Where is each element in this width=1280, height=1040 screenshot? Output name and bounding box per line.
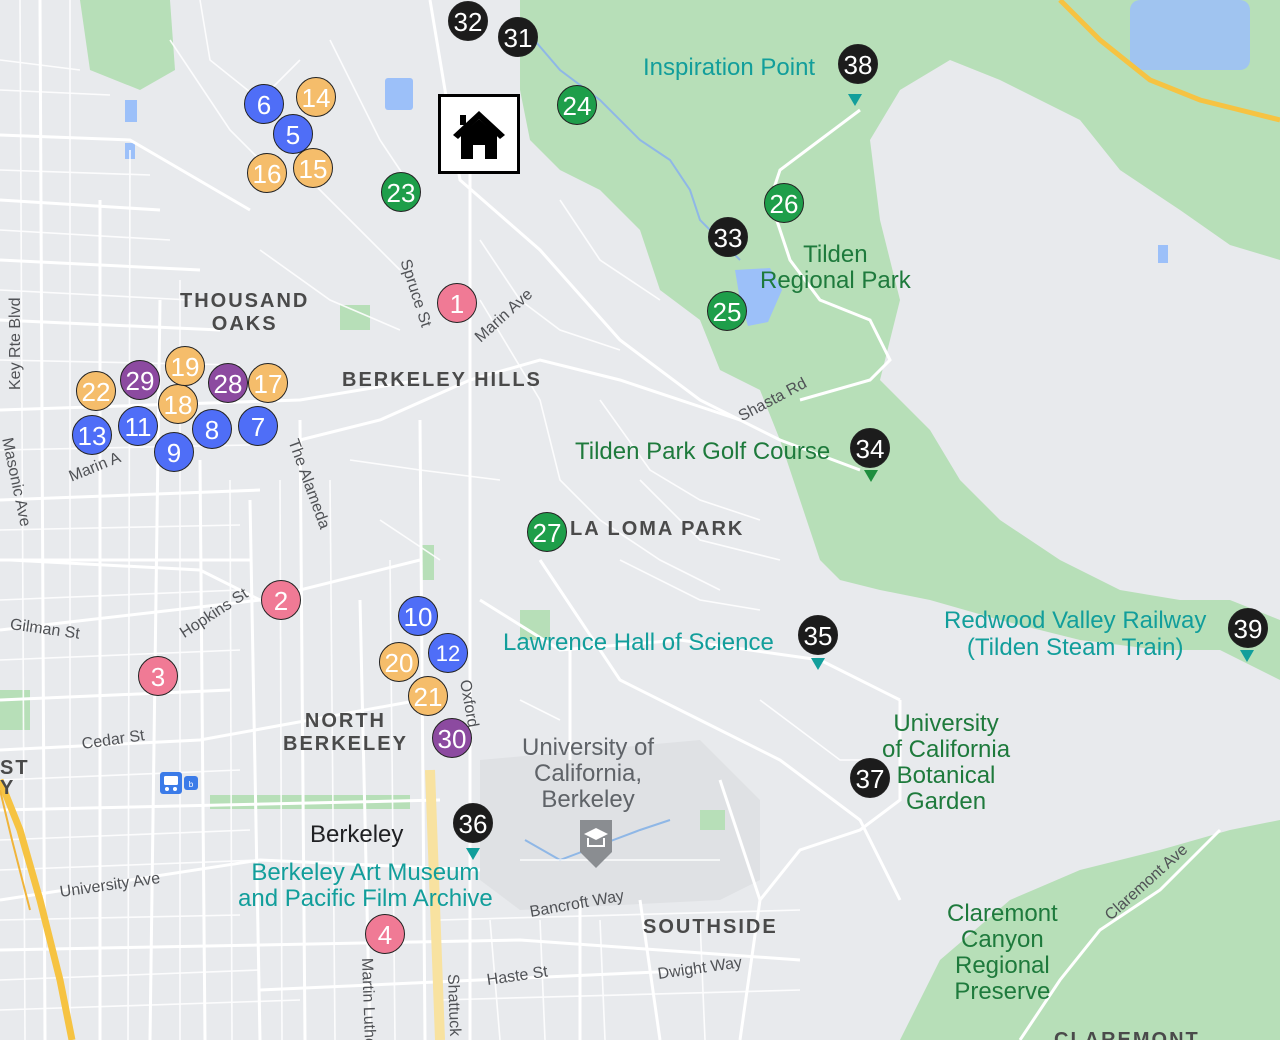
street-label-mlk: Martin Luthe <box>358 957 379 1040</box>
park-label-tilden: Tilden Regional Park <box>760 241 911 294</box>
place-marker-15[interactable]: 15 <box>293 148 333 188</box>
map-pin-icon <box>848 94 862 106</box>
poi-label-lawrence-hall[interactable]: Lawrence Hall of Science <box>503 631 774 655</box>
bus-train-icon: b <box>160 772 198 794</box>
place-marker-31[interactable]: 31 <box>498 17 538 57</box>
poi-label-art-museum[interactable]: Berkeley Art Museum and Pacific Film Arc… <box>238 860 493 912</box>
place-marker-18[interactable]: 18 <box>158 384 198 424</box>
place-marker-36[interactable]: 36 <box>453 803 493 843</box>
area-label-north-berkeley: NORTH BERKELEY <box>283 710 408 755</box>
place-marker-38[interactable]: 38 <box>838 44 878 84</box>
place-marker-23[interactable]: 23 <box>381 172 421 212</box>
svg-text:b: b <box>189 780 194 789</box>
area-label-thousand-oaks: THOUSAND OAKS <box>180 290 310 335</box>
area-label-claremont: CLAREMONT <box>1054 1029 1200 1040</box>
area-label-southside: SOUTHSIDE <box>643 916 778 938</box>
park-label-claremont-canyon: Claremont Canyon Regional Preserve <box>947 900 1058 1005</box>
place-marker-25[interactable]: 25 <box>707 291 747 331</box>
place-marker-21[interactable]: 21 <box>408 676 448 716</box>
place-marker-9[interactable]: 9 <box>154 432 194 472</box>
place-marker-33[interactable]: 33 <box>708 217 748 257</box>
poi-label-redwood-railway[interactable]: Redwood Valley Railway (Tilden Steam Tra… <box>944 607 1206 661</box>
place-marker-16[interactable]: 16 <box>247 153 287 193</box>
place-marker-37[interactable]: 37 <box>850 758 890 798</box>
place-marker-34[interactable]: 34 <box>850 428 890 468</box>
place-marker-22[interactable]: 22 <box>76 371 116 411</box>
place-marker-32[interactable]: 32 <box>448 1 488 41</box>
park-label-botanical-garden[interactable]: University of California Botanical Garde… <box>882 711 1010 815</box>
place-marker-35[interactable]: 35 <box>798 615 838 655</box>
place-marker-26[interactable]: 26 <box>764 183 804 223</box>
place-marker-20[interactable]: 20 <box>379 642 419 682</box>
place-marker-3[interactable]: 3 <box>138 656 178 696</box>
poi-label-inspiration-point[interactable]: Inspiration Point <box>643 56 815 80</box>
map-view[interactable]: b THOUSAND OAKS BERKELEY HILLS LA LOMA P… <box>0 0 1280 1040</box>
place-marker-17[interactable]: 17 <box>248 363 288 403</box>
place-marker-14[interactable]: 14 <box>296 77 336 117</box>
place-marker-2[interactable]: 2 <box>261 580 301 620</box>
area-label-edge: ST Y <box>0 757 30 799</box>
place-marker-28[interactable]: 28 <box>208 363 248 403</box>
map-pin-icon <box>864 470 878 482</box>
home-marker[interactable] <box>438 94 520 174</box>
place-marker-30[interactable]: 30 <box>432 718 472 758</box>
area-label-berkeley-hills: BERKELEY HILLS <box>342 369 542 391</box>
place-marker-13[interactable]: 13 <box>72 415 112 455</box>
place-marker-11[interactable]: 11 <box>118 406 158 446</box>
area-label-la-loma-park: LA LOMA PARK <box>570 518 745 540</box>
place-marker-12[interactable]: 12 <box>428 633 468 673</box>
street-label-key-rte: Key Rte Blvd <box>7 297 24 390</box>
map-pin-icon <box>1240 650 1254 662</box>
place-marker-29[interactable]: 29 <box>120 360 160 400</box>
place-marker-19[interactable]: 19 <box>165 346 205 386</box>
city-label-berkeley: Berkeley <box>310 821 404 848</box>
place-marker-8[interactable]: 8 <box>192 409 232 449</box>
place-marker-1[interactable]: 1 <box>437 283 477 323</box>
park-label-golf-course[interactable]: Tilden Park Golf Course <box>575 440 830 464</box>
street-label-shattuck: Shattuck <box>444 973 464 1037</box>
place-marker-27[interactable]: 27 <box>527 512 567 552</box>
place-marker-4[interactable]: 4 <box>365 914 405 954</box>
campus-label-uc-berkeley[interactable]: University of California, Berkeley <box>522 735 654 813</box>
place-marker-10[interactable]: 10 <box>398 596 438 636</box>
place-marker-7[interactable]: 7 <box>238 406 278 446</box>
house-icon <box>453 111 505 159</box>
place-marker-39[interactable]: 39 <box>1228 608 1268 648</box>
map-pin-icon <box>811 658 825 670</box>
place-marker-24[interactable]: 24 <box>557 85 597 125</box>
place-marker-6[interactable]: 6 <box>244 84 284 124</box>
